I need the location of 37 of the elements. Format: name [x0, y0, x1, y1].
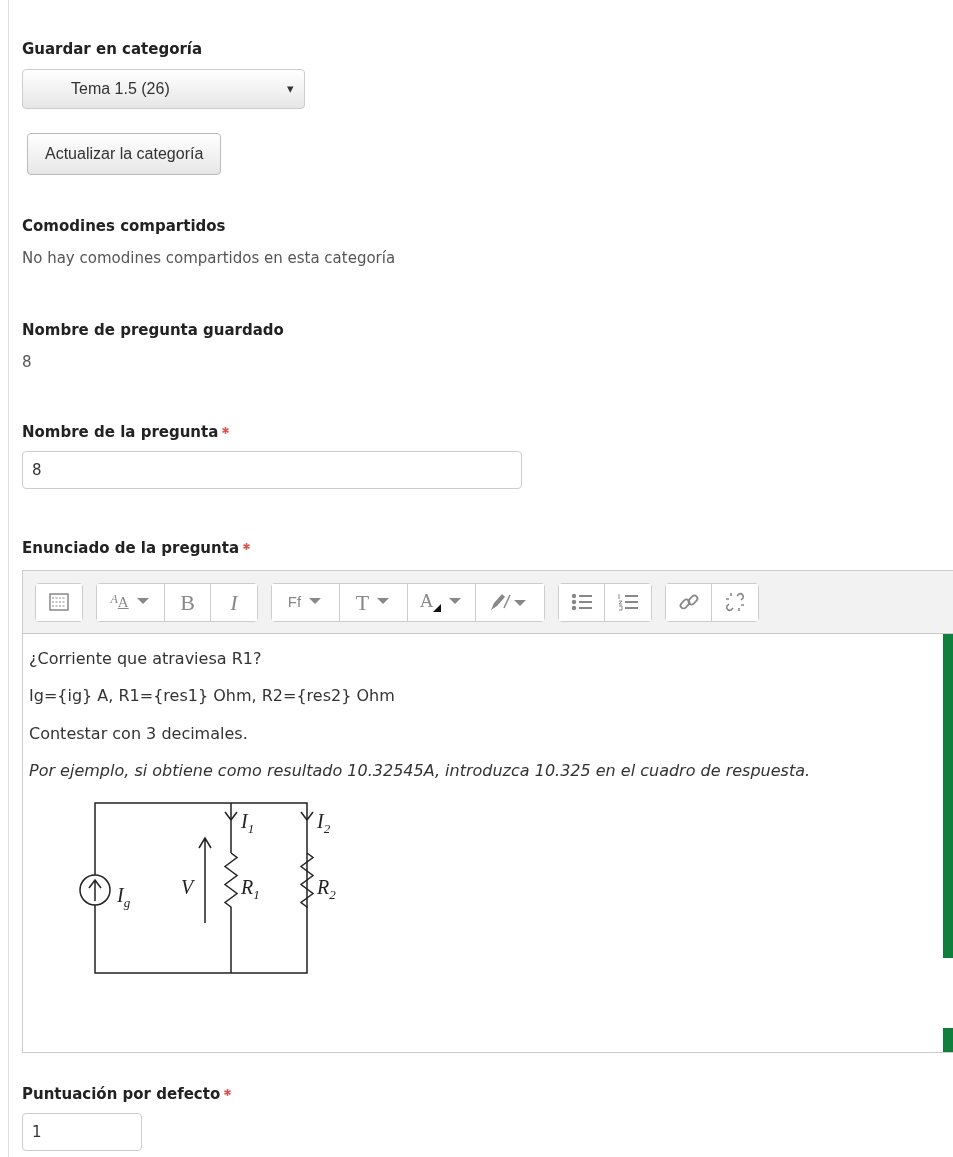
field-label: Enunciado de la pregunta: [22, 538, 240, 559]
link-icon: [677, 592, 700, 612]
caret-icon: [449, 598, 464, 606]
caret-icon: [377, 598, 392, 606]
unlink-icon: [724, 592, 746, 612]
paragraph-text: ¿Corriente que atraviesa R1?: [29, 647, 263, 670]
saved-name-value: 8: [22, 352, 33, 373]
field-label: Puntuación por defecto: [22, 1083, 221, 1105]
circuit-label: R$_{2}$: [317, 875, 336, 902]
toolbar-toggle-button[interactable]: [36, 583, 82, 621]
color-swatch-icon: [433, 603, 442, 612]
field-label: Nombre de pregunta guardado: [22, 319, 284, 341]
keyboard-icon: [49, 593, 69, 611]
caret-icon: [136, 598, 151, 606]
edge-bar: [943, 1027, 953, 1052]
font-family-button[interactable]: Ff: [272, 583, 340, 621]
question-name-field[interactable]: 8: [22, 451, 522, 489]
numbered-list-icon: [617, 593, 639, 611]
caret-icon: [309, 598, 324, 606]
field-label: Nombre de la pregunta: [22, 421, 219, 443]
default-mark-field[interactable]: 1: [22, 1113, 142, 1151]
paragraph-text: Ig={ig} A, R1={res1} Ohm, R2={res2} Ohm: [29, 685, 396, 708]
link-button[interactable]: [666, 583, 712, 621]
bullet-list-button[interactable]: [559, 583, 605, 621]
bullet-list-icon: [570, 593, 593, 611]
circuit-label: I$_{2}$: [317, 809, 331, 836]
field-label: Comodines compartidos: [22, 215, 226, 237]
circuit-label: V: [181, 875, 194, 898]
circuit-label: I$_{1}$: [241, 809, 255, 836]
category-select[interactable]: Tema 1.5 (26) ▾: [22, 68, 305, 109]
paragraph-text: Por ejemplo, si obtiene como resultado 10.32545A, introduzca 10.325 en el cuadro de respuesta.: [29, 760, 812, 783]
info-text: No hay comodines compartidos en esta categoría: [22, 248, 397, 269]
paragraph-text: Contestar con 3 decimales.: [29, 722, 249, 745]
field-label: Guardar en categoría: [22, 39, 203, 60]
update-category-button[interactable]: Actualizar la categoría: [27, 132, 222, 175]
circuit-label: I$_{g}$: [117, 883, 131, 910]
circuit-label: R$_{1}$: [241, 875, 260, 902]
